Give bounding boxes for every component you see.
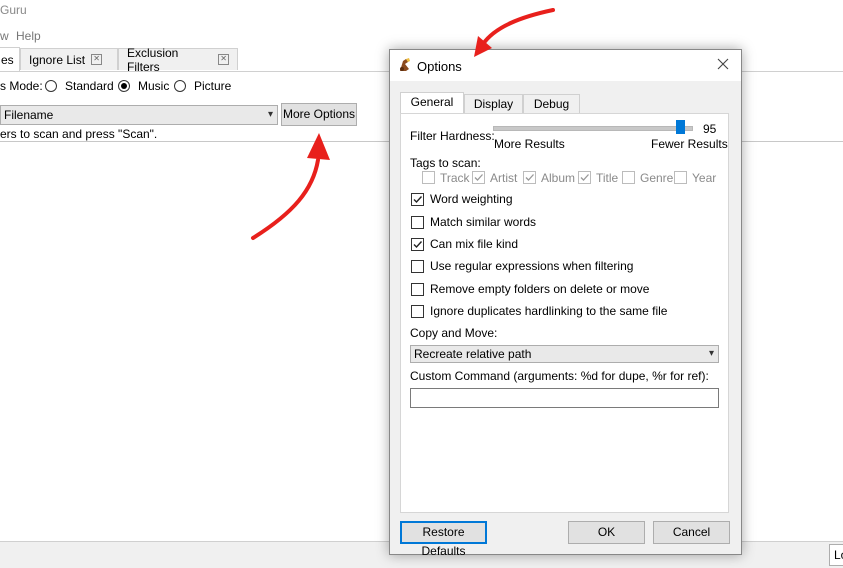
arrow-to-more-options-icon	[251, 133, 330, 240]
annotation-arrows	[251, 8, 555, 240]
arrow-to-options-icon	[474, 8, 555, 57]
